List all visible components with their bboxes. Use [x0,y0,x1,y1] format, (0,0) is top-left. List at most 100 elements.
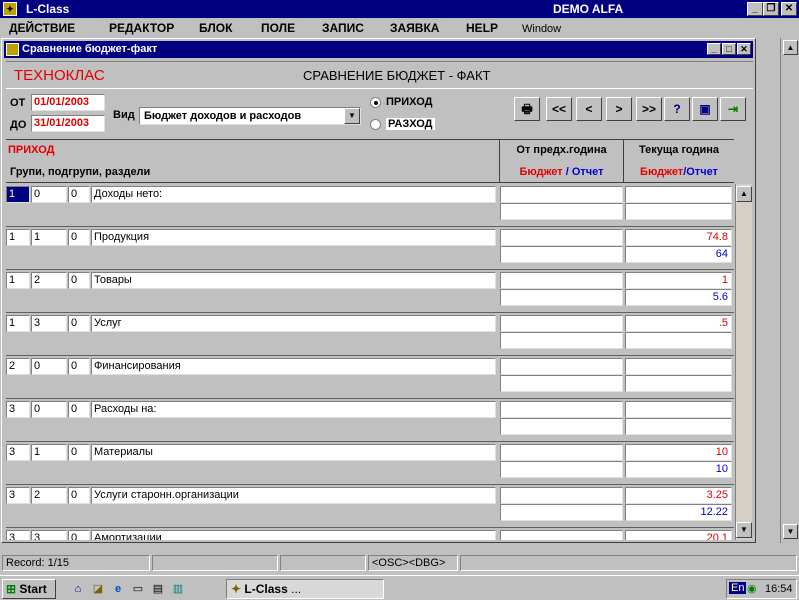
curr-budget-cell[interactable]: .5 [625,315,732,332]
prev-report-cell[interactable] [500,203,623,220]
exit-door-icon[interactable]: ⇥ [720,97,746,121]
name-cell[interactable]: Материалы [91,444,496,461]
last-record-button[interactable]: >> [636,97,662,121]
quicklaunch-explorer-icon[interactable]: ◪ [90,581,106,597]
subgroup-cell[interactable]: 3 [31,315,67,332]
name-cell[interactable]: Финансирования [91,358,496,375]
save-icon[interactable]: ▣ [692,97,718,121]
subgroup-cell[interactable]: 2 [31,272,67,289]
vid-select[interactable]: Бюджет доходов и расходов ▼ [139,107,361,125]
prev-record-button[interactable]: < [576,97,602,121]
prev-report-cell[interactable] [500,418,623,435]
curr-budget-cell[interactable]: 20.1 [625,530,732,540]
radio-expense-label[interactable]: РАЗХОД [386,118,435,130]
section-cell[interactable]: 0 [68,487,90,504]
curr-report-cell[interactable] [625,203,732,220]
prev-report-cell[interactable] [500,375,623,392]
restore-icon[interactable]: ❐ [763,2,779,16]
subgroup-cell[interactable]: 0 [31,401,67,418]
menu-window[interactable]: Window [522,23,561,35]
subgroup-cell[interactable]: 2 [31,487,67,504]
section-cell[interactable]: 0 [68,186,90,203]
radio-expense[interactable] [370,119,381,130]
child-maximize-icon[interactable]: □ [722,43,736,55]
name-cell[interactable]: Услуг [91,315,496,332]
quicklaunch-show-desktop-icon[interactable]: ▭ [130,581,146,597]
start-button[interactable]: ⊞ Start [2,579,56,599]
clock[interactable]: 16:54 [765,583,793,595]
group-cell[interactable]: 1 [6,272,30,289]
menu-record[interactable]: ЗАПИС [322,21,364,35]
menu-request[interactable]: ЗАЯВКА [390,21,439,35]
quicklaunch-ie-icon[interactable]: e [110,581,126,597]
language-indicator[interactable]: En [729,582,747,594]
tray-globe-icon[interactable]: ◉ [747,582,757,595]
prev-budget-cell[interactable] [500,401,623,418]
curr-budget-cell[interactable] [625,186,732,203]
curr-budget-cell[interactable]: 74.8 [625,229,732,246]
name-cell[interactable]: Расходы на: [91,401,496,418]
minimize-icon[interactable]: _ [747,2,763,16]
prev-budget-cell[interactable] [500,229,623,246]
child-minimize-icon[interactable]: _ [707,43,721,55]
group-cell[interactable]: 1 [6,229,30,246]
prev-budget-cell[interactable] [500,487,623,504]
curr-report-cell[interactable]: 64 [625,246,732,263]
radio-income-label[interactable]: ПРИХОД [386,96,432,108]
prev-budget-cell[interactable] [500,272,623,289]
first-record-button[interactable]: << [546,97,572,121]
prev-report-cell[interactable] [500,289,623,306]
menu-field[interactable]: ПОЛЕ [261,21,295,35]
prev-budget-cell[interactable] [500,444,623,461]
curr-budget-cell[interactable] [625,401,732,418]
curr-budget-cell[interactable]: 10 [625,444,732,461]
group-cell[interactable]: 3 [6,530,30,540]
curr-report-cell[interactable]: 5.6 [625,289,732,306]
group-cell[interactable]: 3 [6,444,30,461]
section-cell[interactable]: 0 [68,444,90,461]
grid-scroll-up-icon[interactable]: ▲ [736,186,752,202]
curr-budget-cell[interactable]: 1 [625,272,732,289]
section-cell[interactable]: 0 [68,272,90,289]
printer-icon[interactable]: 🖶 [514,97,540,121]
curr-report-cell[interactable]: 10 [625,461,732,478]
menu-action[interactable]: ДЕЙСТВИЕ [9,21,75,35]
group-cell[interactable]: 2 [6,358,30,375]
curr-report-cell[interactable] [625,375,732,392]
prev-report-cell[interactable] [500,332,623,349]
curr-report-cell[interactable] [625,332,732,349]
menu-editor[interactable]: РЕДАКТОР [109,21,174,35]
grid-scrollbar[interactable]: ▲ ▼ [735,184,752,540]
menu-block[interactable]: БЛОК [199,21,232,35]
menu-help[interactable]: HELP [466,21,498,35]
curr-budget-cell[interactable]: 3.25 [625,487,732,504]
name-cell[interactable]: Продукция [91,229,496,246]
next-record-button[interactable]: > [606,97,632,121]
prev-report-cell[interactable] [500,461,623,478]
group-cell[interactable]: 1 [6,315,30,332]
section-cell[interactable]: 0 [68,229,90,246]
prev-report-cell[interactable] [500,246,623,263]
name-cell[interactable]: Доходы нето: [91,186,496,203]
prev-budget-cell[interactable] [500,315,623,332]
section-cell[interactable]: 0 [68,315,90,332]
prev-report-cell[interactable] [500,504,623,521]
section-cell[interactable]: 0 [68,401,90,418]
scroll-up-icon[interactable]: ▲ [783,40,798,55]
from-date-input[interactable]: 01/01/2003 [31,94,105,111]
curr-budget-cell[interactable] [625,358,732,375]
quicklaunch-app-icon[interactable]: ▤ [150,581,166,597]
outer-scrollbar[interactable]: ▲ ▼ [780,38,799,543]
quicklaunch-channel-icon[interactable]: ▥ [170,581,186,597]
curr-report-cell[interactable]: 12.22 [625,504,732,521]
group-cell[interactable]: 3 [6,401,30,418]
chevron-down-icon[interactable]: ▼ [344,108,360,124]
subgroup-cell[interactable]: 0 [31,186,67,203]
help-query-icon[interactable]: ? [664,97,690,121]
radio-income[interactable] [370,97,381,108]
close-icon[interactable]: ✕ [781,2,797,16]
group-cell[interactable]: 3 [6,487,30,504]
subgroup-cell[interactable]: 1 [31,444,67,461]
prev-budget-cell[interactable] [500,358,623,375]
group-cell[interactable]: 1 [6,186,30,203]
